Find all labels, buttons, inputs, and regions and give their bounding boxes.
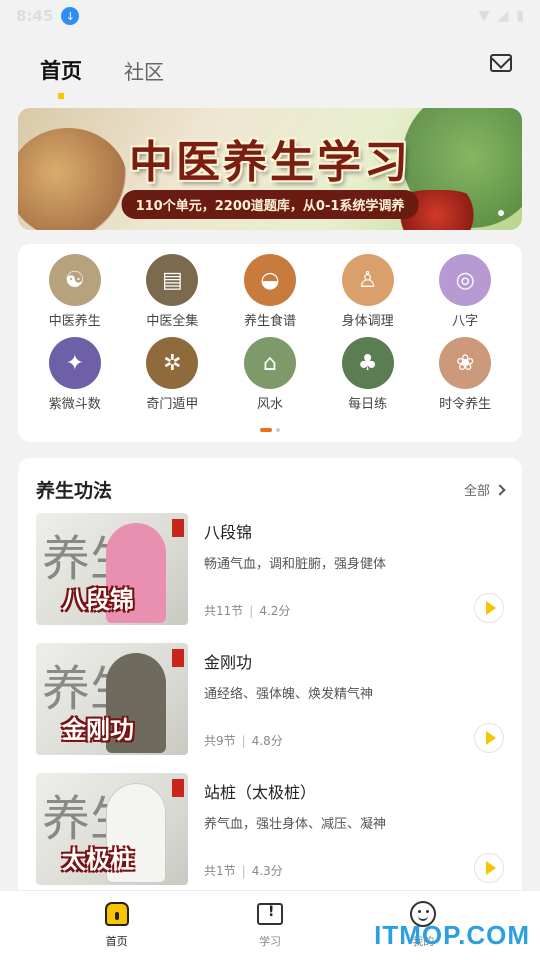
watermark: ITMOP.COM <box>374 920 530 950</box>
download-icon: ↓ <box>61 7 80 25</box>
category-fengshui[interactable]: ⌂ 风水 <box>221 337 319 412</box>
books-icon: ▤ <box>146 254 199 306</box>
course-item[interactable]: 养生 太极桩 站桩（太极桩） 养气血，强壮身体、减压、凝神 共1节 | 4.3分 <box>18 773 522 898</box>
section-header: 养生功法 全部 <box>18 458 522 513</box>
course-info: 八段锦 畅通气血，调和脏腑，强身健体 共11节 | 4.2分 <box>188 513 504 625</box>
star-chart-icon: ✦ <box>48 337 101 389</box>
top-tabs: 首页 社区 <box>0 40 540 100</box>
course-item[interactable]: 养生 金刚功 金刚功 通经络、强体魄、焕发精气神 共9节 | 4.8分 <box>18 643 522 773</box>
category-label: 中医全集 <box>146 314 199 329</box>
category-label: 紫微斗数 <box>48 397 101 412</box>
category-tcm-collection[interactable]: ▤ 中医全集 <box>124 254 222 329</box>
category-label: 养生食谱 <box>243 314 296 329</box>
seal-stamp <box>172 649 184 667</box>
soup-bowl-icon: ◒ <box>243 254 296 306</box>
course-title: 金刚功 <box>204 653 253 672</box>
signal-icon: ◢ <box>497 8 509 24</box>
banner-title: 中医养生学习 <box>129 137 411 188</box>
chevron-right-icon <box>494 483 506 496</box>
play-button[interactable] <box>474 593 504 623</box>
status-bar: 8:45 ↓ ▼ ◢ ▮ <box>0 0 540 32</box>
play-button[interactable] <box>474 723 504 753</box>
course-title: 八段锦 <box>204 523 253 542</box>
course-meta: 共9节 | 4.8分 <box>204 734 283 748</box>
category-seasonal[interactable]: ❀ 时令养生 <box>416 337 514 412</box>
category-ziwei[interactable]: ✦ 紫微斗数 <box>26 337 124 412</box>
meditation-icon: ♣ <box>341 337 394 389</box>
category-recipes[interactable]: ◒ 养生食谱 <box>221 254 319 329</box>
see-all-label: 全部 <box>463 484 490 499</box>
wifi-icon: ▼ <box>478 8 490 24</box>
category-daily-practice[interactable]: ♣ 每日练 <box>319 337 417 412</box>
category-label: 身体调理 <box>341 314 394 329</box>
course-desc: 通经络、强体魄、焕发精气神 <box>204 687 374 702</box>
course-item[interactable]: 养生 八段锦 八段锦 畅通气血，调和脏腑，强身健体 共11节 | 4.2分 <box>18 513 522 643</box>
tab-home[interactable]: 首页 <box>40 55 82 85</box>
course-score: 4.8分 <box>251 734 283 748</box>
course-thumbnail: 养生 金刚功 <box>36 643 188 755</box>
category-bazi[interactable]: ◎ 八字 <box>416 254 514 329</box>
calendar-teapot-icon: ❀ <box>439 337 492 389</box>
mail-icon[interactable] <box>490 54 512 72</box>
course-meta: 共1节 | 4.3分 <box>204 864 283 878</box>
lesson-count: 共11节 <box>204 604 244 618</box>
course-desc: 畅通气血，调和脏腑，强身健体 <box>204 557 387 572</box>
category-label: 八字 <box>452 314 479 329</box>
category-grid-card: ☯ 中医养生 ▤ 中医全集 ◒ 养生食谱 ♙ 身体调理 ◎ 八字 ✦ 紫微斗数 … <box>18 244 522 442</box>
category-qimen[interactable]: ✲ 奇门遁甲 <box>124 337 222 412</box>
banner-subtitle: 110个单元，2200道题库，从0-1系统学调养 <box>121 190 419 219</box>
nav-label: 学习 <box>258 935 281 948</box>
course-thumbnail: 养生 太极桩 <box>36 773 188 885</box>
category-label: 每日练 <box>348 397 388 412</box>
category-tcm-health[interactable]: ☯ 中医养生 <box>26 254 124 329</box>
seal-stamp <box>172 519 184 537</box>
exercise-section: 养生功法 全部 养生 八段锦 八段锦 畅通气血，调和脏腑，强身健体 共11节 | 4… <box>18 458 522 898</box>
sage-icon: ☯ <box>48 254 101 306</box>
promo-banner[interactable]: 中医养生学习 110个单元，2200道题库，从0-1系统学调养 <box>18 108 522 230</box>
pager-dot-active <box>260 428 272 432</box>
section-title: 养生功法 <box>36 480 113 502</box>
status-time: 8:45 <box>16 7 54 25</box>
category-label: 风水 <box>256 397 283 412</box>
course-score: 4.2分 <box>259 604 291 618</box>
see-all-link[interactable]: 全部 <box>463 480 506 499</box>
category-label: 奇门遁甲 <box>146 397 199 412</box>
course-meta: 共11节 | 4.2分 <box>204 604 291 618</box>
glasses-icon: ◎ <box>439 254 492 306</box>
category-label: 时令养生 <box>439 397 492 412</box>
nav-study[interactable]: 学习 <box>220 891 320 960</box>
seal-stamp <box>172 779 184 797</box>
lesson-count: 共9节 <box>204 734 236 748</box>
pager-dot <box>276 428 280 432</box>
battery-icon: ▮ <box>516 8 524 24</box>
house-icon: ⌂ <box>243 337 296 389</box>
category-body-care[interactable]: ♙ 身体调理 <box>319 254 417 329</box>
category-grid: ☯ 中医养生 ▤ 中医全集 ◒ 养生食谱 ♙ 身体调理 ◎ 八字 ✦ 紫微斗数 … <box>18 244 522 412</box>
home-icon <box>104 902 129 926</box>
tab-community[interactable]: 社区 <box>124 56 164 85</box>
course-info: 金刚功 通经络、强体魄、焕发精气神 共9节 | 4.8分 <box>188 643 504 755</box>
study-icon <box>256 903 283 925</box>
thumb-title: 金刚功 <box>62 715 134 744</box>
body-meridian-icon: ♙ <box>341 254 394 306</box>
banner-indicator <box>498 210 504 216</box>
course-score: 4.3分 <box>251 864 283 878</box>
lesson-count: 共1节 <box>204 864 236 878</box>
course-title: 站桩（太极桩） <box>204 783 317 802</box>
grid-pager <box>260 428 280 432</box>
nav-label: 首页 <box>105 935 128 948</box>
status-icons: ▼ ◢ ▮ <box>479 8 524 24</box>
nav-home[interactable]: 首页 <box>67 891 167 960</box>
thumb-title: 太极桩 <box>62 845 134 874</box>
play-button[interactable] <box>474 853 504 883</box>
thumb-title: 八段锦 <box>62 585 134 614</box>
course-info: 站桩（太极桩） 养气血，强壮身体、减压、凝神 共1节 | 4.3分 <box>188 773 504 885</box>
category-label: 中医养生 <box>48 314 101 329</box>
compass-icon: ✲ <box>146 337 199 389</box>
course-desc: 养气血，强壮身体、减压、凝神 <box>204 817 387 832</box>
course-thumbnail: 养生 八段锦 <box>36 513 188 625</box>
